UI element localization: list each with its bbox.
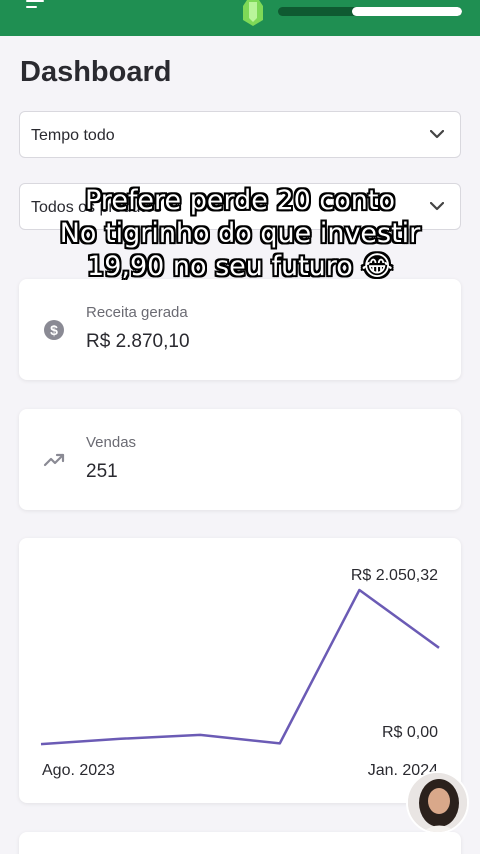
- series-line: [40, 588, 440, 746]
- level-progress-bar: [278, 7, 462, 16]
- revenue-label: Receita gerada: [86, 304, 188, 321]
- sales-value: 251: [86, 461, 118, 482]
- caption-line: 19,90 no seu futuro 😂: [87, 251, 393, 282]
- dollar-icon: $: [44, 320, 64, 340]
- level-progress-fill: [351, 7, 462, 16]
- revenue-chart-card: R$ 2.050,32 R$ 0,00 Ago. 2023 Jan. 2024: [19, 538, 461, 803]
- sales-card: Vendas 251: [19, 409, 461, 510]
- top-bar: [0, 0, 480, 36]
- y-max-label: R$ 2.050,32: [351, 567, 438, 584]
- x-start-label: Ago. 2023: [42, 762, 115, 779]
- trending-up-icon: [43, 453, 65, 467]
- revenue-value: R$ 2.870,10: [86, 331, 190, 352]
- sales-label: Vendas: [86, 434, 137, 451]
- next-card: [19, 832, 461, 854]
- creator-avatar[interactable]: [406, 771, 469, 834]
- y-min-label: R$ 0,00: [382, 724, 438, 741]
- menu-icon[interactable]: [26, 0, 48, 12]
- caption-line: Prefere perde 20 conto: [85, 185, 395, 216]
- period-select-value: Tempo todo: [31, 127, 115, 144]
- chevron-down-icon: [430, 130, 444, 139]
- avatar-image: [408, 773, 467, 832]
- gem-icon: [243, 0, 263, 26]
- video-caption: Prefere perde 20 conto No tigrinho do qu…: [0, 184, 480, 283]
- svg-text:$: $: [50, 322, 58, 338]
- page-title: Dashboard: [20, 56, 172, 88]
- period-select[interactable]: Tempo todo: [19, 111, 461, 158]
- revenue-line-chart: R$ 2.050,32R$ 0,00Ago. 2023 Jan. 2024: [40, 567, 440, 779]
- revenue-card: $ Receita gerada R$ 2.870,10: [19, 279, 461, 380]
- caption-line: No tigrinho do que investir: [59, 218, 421, 249]
